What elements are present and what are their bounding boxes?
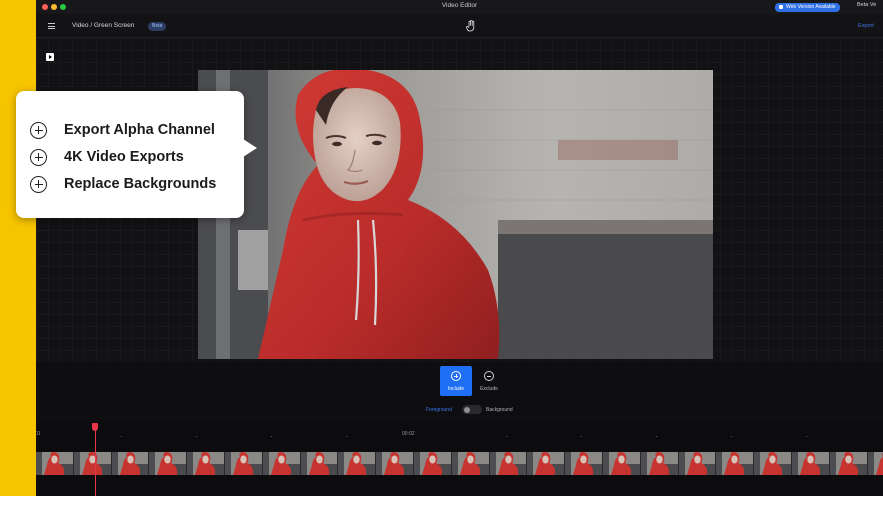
title-bar: Video Editor Web Version Available Beta …: [36, 0, 883, 14]
filmstrip-frame: [451, 452, 490, 475]
filmstrip-frame: [678, 452, 717, 475]
plus-circle-icon: [30, 121, 47, 139]
filmstrip-frame: [376, 452, 414, 475]
playhead-line: [94, 429, 96, 496]
filmstrip-frame: [565, 452, 603, 475]
callout-pointer: [243, 139, 257, 157]
include-label: Include: [447, 386, 465, 392]
export-button[interactable]: Export: [858, 23, 874, 29]
feature-item: Export Alpha Channel: [30, 120, 215, 140]
filmstrip-frame: [187, 452, 225, 475]
filmstrip-frame: [224, 452, 263, 475]
minus-circle-icon: [484, 371, 494, 381]
filmstrip-frame: [527, 452, 566, 475]
hand-cursor-icon[interactable]: [466, 20, 476, 32]
play-icon[interactable]: [46, 53, 54, 61]
window-title: Video Editor: [441, 2, 478, 9]
filmstrip-frame: [489, 452, 528, 475]
beta-badge: Beta: [148, 22, 167, 31]
background-label[interactable]: Background: [486, 407, 513, 413]
lock-icon: [779, 5, 783, 9]
feature-label: Replace Backgrounds: [64, 176, 217, 192]
filmstrip-frame: [413, 452, 452, 475]
filmstrip-frame: [791, 452, 830, 475]
timeline-tick: [121, 436, 122, 437]
filmstrip-frame: [754, 452, 792, 475]
video-filmstrip[interactable]: [36, 452, 883, 475]
filmstrip-frame: [338, 452, 377, 475]
menu-icon[interactable]: [48, 23, 55, 29]
timeline-start-label: 01: [36, 431, 41, 437]
feature-label: 4K Video Exports: [64, 149, 184, 165]
filmstrip-frame: [73, 452, 112, 475]
web-version-label: Web Version Available: [786, 4, 836, 10]
timeline-tick: [806, 436, 807, 437]
filmstrip-frame: [149, 452, 188, 475]
beta-version-label: Beta Ve: [857, 2, 877, 8]
filmstrip-frame: [640, 452, 679, 475]
timeline-tick: [271, 436, 272, 437]
plus-circle-icon: [30, 148, 47, 166]
timeline-tick: [346, 436, 347, 437]
timeline-tick: [581, 436, 582, 437]
feature-item: Replace Backgrounds: [30, 174, 216, 194]
timeline-mid-label: 00:02: [402, 431, 415, 437]
breadcrumb: Video / Green Screen: [72, 22, 135, 29]
timeline-tick: [506, 436, 507, 437]
feature-callout: Export Alpha Channel 4K Video Exports Re…: [16, 91, 244, 218]
timeline-tick: [196, 436, 197, 437]
filmstrip-frame: [36, 452, 74, 475]
feature-item: 4K Video Exports: [30, 147, 184, 167]
video-frame-image: [198, 70, 713, 359]
timeline-tick: [731, 436, 732, 437]
filmstrip-frame: [829, 452, 868, 475]
plus-circle-icon: [30, 175, 47, 193]
foreground-background-toggle[interactable]: [462, 405, 482, 414]
filmstrip-frame: [262, 452, 301, 475]
top-toolbar: Video / Green Screen Beta Export: [36, 14, 883, 38]
video-preview[interactable]: [198, 70, 713, 359]
foreground-label[interactable]: Foreground: [426, 407, 452, 413]
plus-circle-icon: [451, 371, 461, 381]
timeline-tick: [656, 436, 657, 437]
include-button[interactable]: Include: [440, 366, 472, 396]
side-accent-strip: [0, 0, 36, 496]
exclude-button[interactable]: Exclude: [473, 366, 505, 396]
web-version-badge[interactable]: Web Version Available: [775, 3, 840, 12]
screenshot-stage: Video Editor Web Version Available Beta …: [0, 0, 883, 526]
video-editor-window: Video Editor Web Version Available Beta …: [36, 0, 883, 496]
exclude-label: Exclude: [480, 386, 498, 392]
feature-label: Export Alpha Channel: [64, 122, 215, 138]
filmstrip-frame: [867, 452, 883, 475]
filmstrip-frame: [300, 452, 339, 475]
filmstrip-frame: [716, 452, 755, 475]
filmstrip-frame: [111, 452, 150, 475]
filmstrip-frame: [602, 452, 641, 475]
